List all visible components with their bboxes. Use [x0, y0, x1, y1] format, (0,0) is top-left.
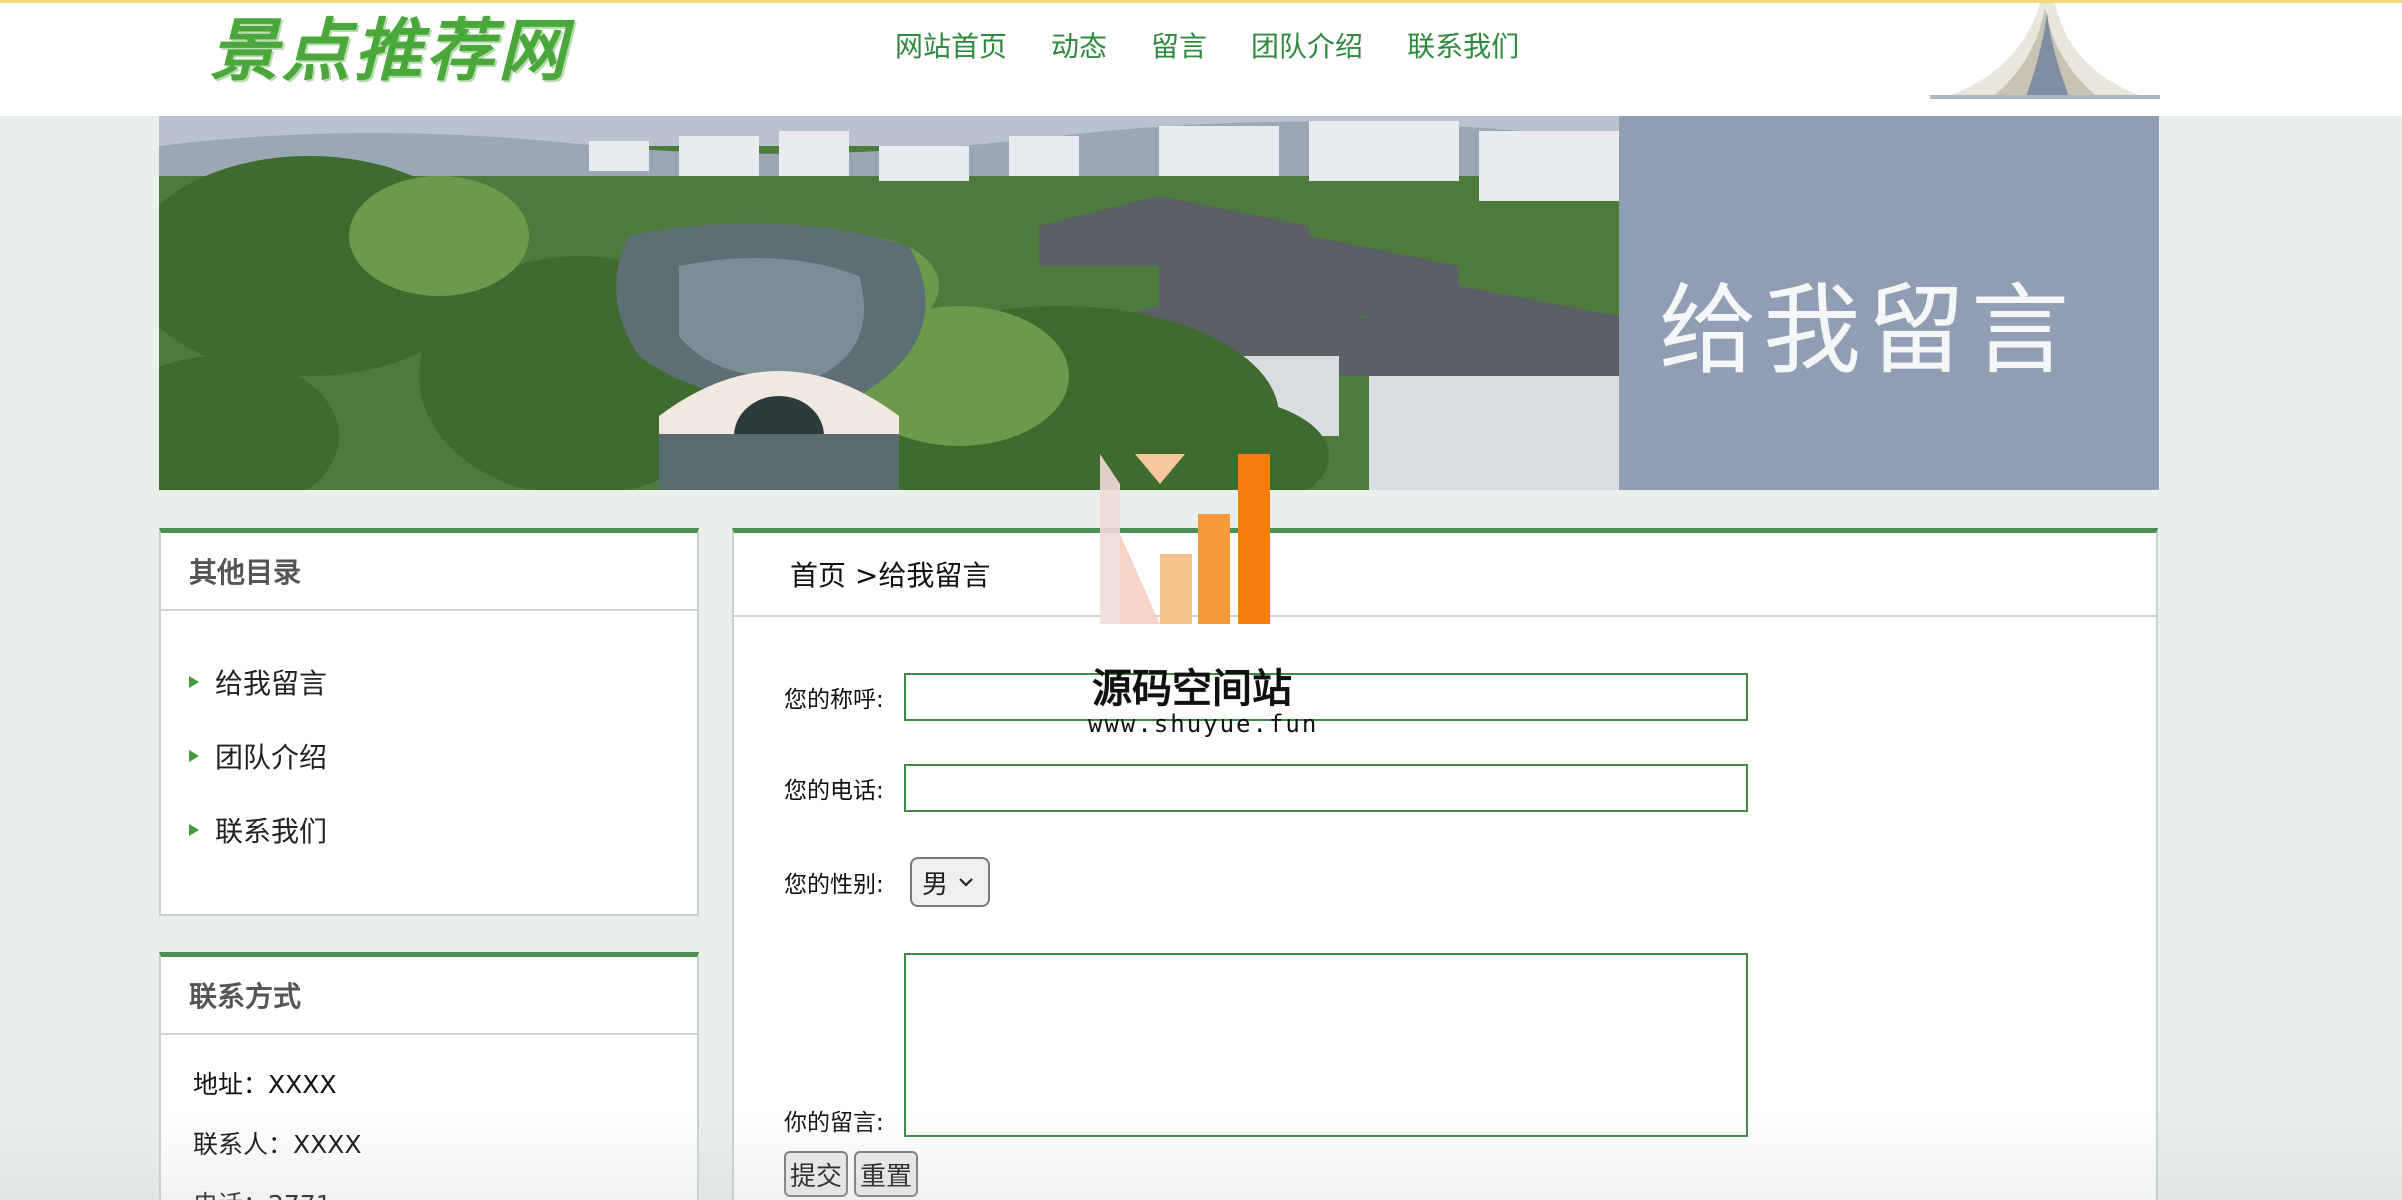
site-header: 景点推荐网 网站首页 动态 留言 团队介绍 联系我们 — [0, 0, 2402, 116]
nav-item-news[interactable]: 动态 — [1051, 25, 1107, 65]
contact-phone: 电话：2771 — [193, 1185, 697, 1200]
gender-label: 您的性别: — [784, 872, 884, 898]
gender-select[interactable]: 男 — [910, 857, 990, 907]
main-nav: 网站首页 动态 留言 团队介绍 联系我们 — [895, 25, 1519, 65]
nav-item-message[interactable]: 留言 — [1151, 25, 1207, 65]
name-input[interactable] — [904, 673, 1748, 721]
sidebar-item-label: 联系我们 — [215, 815, 328, 848]
watermark-title: 源码空间站 — [1092, 666, 1292, 712]
phone-input[interactable] — [904, 764, 1748, 812]
sidebar-item-team[interactable]: 团队介绍 — [189, 719, 697, 793]
contact-info: 地址：XXXX 联系人：XXXX 电话：2771 — [161, 1035, 697, 1200]
message-label: 你的留言: — [784, 1110, 884, 1136]
submit-button[interactable]: 提交 — [784, 1151, 849, 1197]
triangle-bullet-icon — [189, 750, 199, 762]
form-row-message: 你的留言: — [784, 953, 1748, 1137]
triangle-bullet-icon — [189, 676, 199, 688]
catalog-list: 给我留言 团队介绍 联系我们 — [161, 611, 697, 867]
sidebar-contact-panel: 联系方式 地址：XXXX 联系人：XXXX 电话：2771 — [159, 952, 699, 1200]
sidebar-item-contact[interactable]: 联系我们 — [189, 793, 697, 867]
phone-label: 您的电话: — [784, 778, 884, 804]
breadcrumb: 首页 >给我留言 — [734, 533, 2156, 617]
reset-button[interactable]: 重置 — [854, 1151, 919, 1197]
banner-title: 给我留言 — [1659, 274, 2076, 388]
form-row-phone: 您的电话: — [784, 764, 1748, 812]
chevron-down-icon — [959, 878, 973, 887]
nav-item-contact[interactable]: 联系我们 — [1407, 25, 1519, 65]
contact-panel-title: 联系方式 — [161, 957, 697, 1035]
name-label: 您的称呼: — [784, 687, 884, 713]
message-form-panel: 首页 >给我留言 您的称呼: 您的电话: 您的性别: 男 你的留言: 提交 重置 — [732, 528, 2158, 1200]
watermark-url: www.shuyue.fun — [1088, 710, 1319, 738]
gender-select-value: 男 — [922, 869, 949, 900]
contact-address: 地址：XXXX — [193, 1070, 337, 1099]
scenic-village-photo — [159, 116, 1619, 490]
form-row-gender: 您的性别: 男 — [784, 857, 990, 907]
message-textarea[interactable] — [904, 953, 1748, 1137]
page-banner: 给我留言 — [159, 116, 2159, 490]
nav-item-team[interactable]: 团队介绍 — [1251, 25, 1363, 65]
site-logo[interactable]: 景点推荐网 — [210, 0, 570, 94]
contact-person: 联系人：XXXX — [193, 1130, 362, 1159]
triangle-bullet-icon — [189, 824, 199, 836]
catalog-panel-title: 其他目录 — [161, 533, 697, 611]
header-decoration-image — [1930, 3, 2160, 99]
sidebar-catalog-panel: 其他目录 给我留言 团队介绍 联系我们 — [159, 528, 699, 916]
sidebar-item-label: 给我留言 — [215, 667, 328, 700]
sidebar-item-message[interactable]: 给我留言 — [189, 645, 697, 719]
nav-item-home[interactable]: 网站首页 — [895, 25, 1007, 65]
form-actions: 提交 重置 — [784, 1151, 919, 1197]
sidebar-item-label: 团队介绍 — [215, 741, 328, 774]
